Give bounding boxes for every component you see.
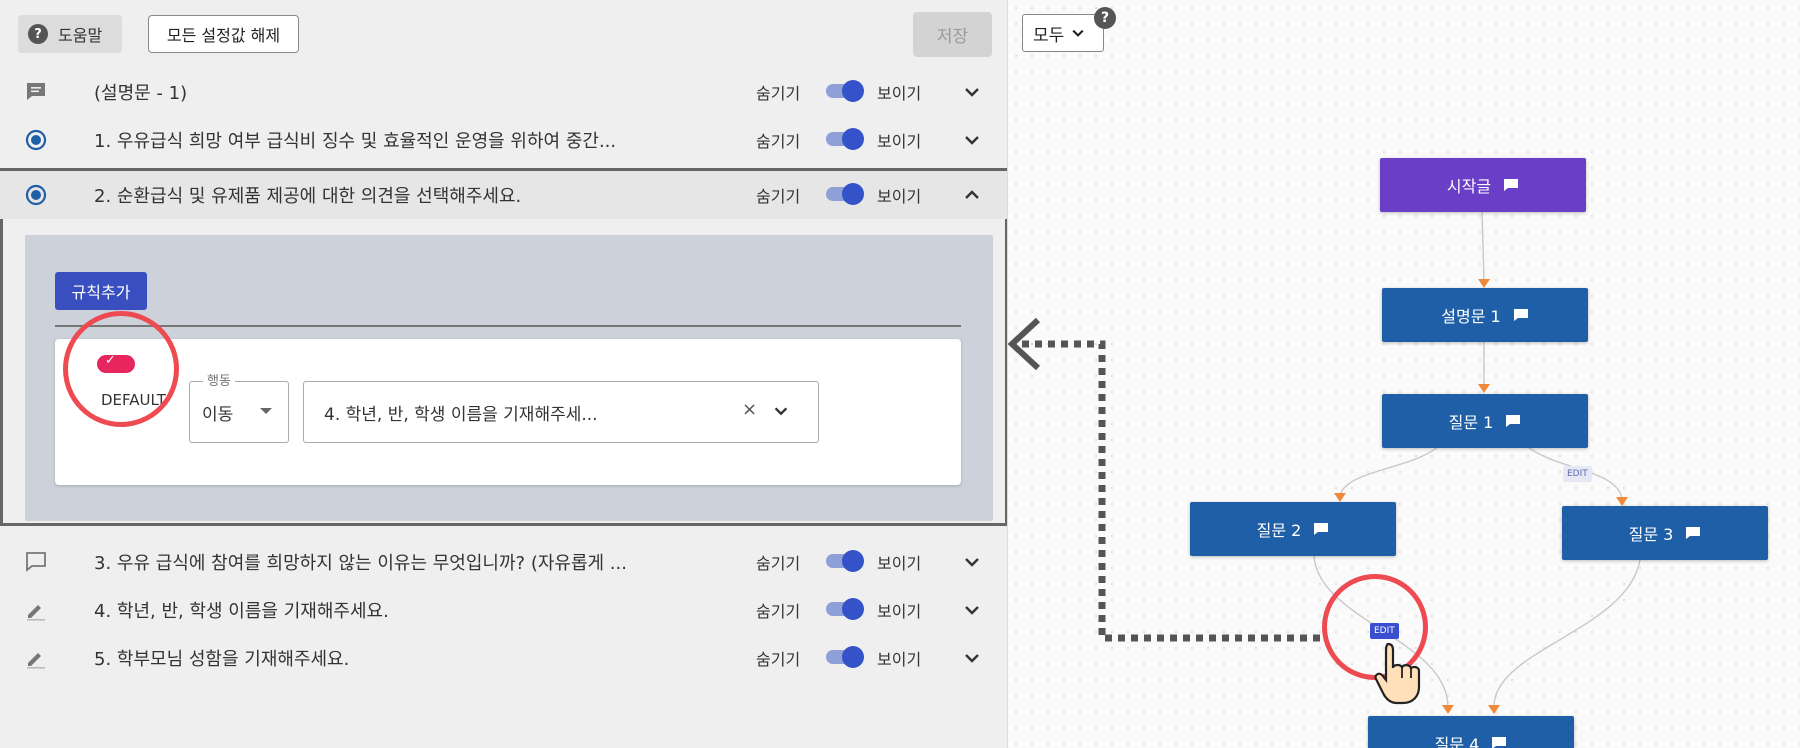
chevron-up-icon[interactable]: [962, 185, 982, 205]
question-text: 4. 학년, 반, 학생 이름을 기재해주세요.: [94, 601, 389, 622]
node-label: 질문 1: [1448, 413, 1494, 432]
question-row[interactable]: 3. 우유 급식에 참여를 희망하지 않는 이유는 무엇입니까? (자유롭게 .…: [0, 538, 1007, 586]
show-label: 보이기: [877, 132, 922, 151]
comment-icon: [1506, 415, 1521, 427]
pencil-icon: [24, 598, 48, 622]
hide-label: 숨기기: [756, 187, 801, 206]
show-label: 보이기: [877, 650, 922, 669]
help-icon: ?: [28, 24, 48, 44]
radio-icon: [24, 128, 48, 152]
chevron-down-icon[interactable]: [962, 82, 982, 102]
visibility-toggle[interactable]: [826, 598, 864, 620]
toolbar: ? 도움말 모든 설정값 해제 저장: [0, 0, 1007, 68]
edit-edge-button[interactable]: EDIT: [1563, 466, 1592, 482]
flow-canvas[interactable]: 모두 ? 시작글 설명문 1 질문 1 질문 2 질문 3 질문 4 EDIT …: [1008, 0, 1800, 748]
action-legend: 행동: [203, 370, 235, 389]
rule-card: ✓ DEFAULT 이동 행동 4. 학년, 반, 학생 이름을 기재해주세..…: [55, 311, 961, 485]
expanded-question: 2. 순환급식 및 유제품 제공에 대한 의견을 선택해주세요. 숨기기 보이기…: [0, 168, 1007, 526]
flow-node-q4[interactable]: 질문 4: [1368, 716, 1574, 748]
target-question-select[interactable]: 4. 학년, 반, 학생 이름을 기재해주세... ×: [303, 381, 819, 443]
flow-node-start[interactable]: 시작글: [1380, 158, 1586, 212]
question-text: 5. 학부모님 성함을 기재해주세요.: [94, 649, 350, 670]
visibility-toggle[interactable]: [826, 646, 864, 668]
question-text: 3. 우유 급식에 참여를 희망하지 않는 이유는 무엇입니까? (자유롭게 .…: [94, 553, 627, 574]
action-value: 이동: [202, 405, 234, 425]
reset-all-button[interactable]: 모든 설정값 해제: [148, 15, 299, 53]
comment-icon: [1314, 523, 1329, 535]
question-text: (설명문 - 1): [94, 83, 188, 104]
comment-outline-icon: [24, 550, 48, 574]
save-button[interactable]: 저장: [913, 12, 992, 57]
chevron-down-icon[interactable]: [962, 648, 982, 668]
node-label: 질문 2: [1256, 521, 1302, 540]
show-label: 보이기: [877, 84, 922, 103]
show-label: 보이기: [877, 602, 922, 621]
hide-label: 숨기기: [756, 602, 801, 621]
flow-node-q3[interactable]: 질문 3: [1562, 506, 1768, 560]
question-row[interactable]: 2. 순환급식 및 유제품 제공에 대한 의견을 선택해주세요. 숨기기 보이기: [0, 171, 1007, 219]
caret-down-icon: [260, 408, 272, 414]
visibility-toggle[interactable]: [826, 80, 864, 102]
comment-icon: [1686, 527, 1701, 539]
node-label: 질문 4: [1434, 735, 1480, 748]
flow-node-q1[interactable]: 질문 1: [1382, 394, 1588, 448]
show-label: 보이기: [877, 554, 922, 573]
hide-label: 숨기기: [756, 84, 801, 103]
question-row[interactable]: 4. 학년, 반, 학생 이름을 기재해주세요. 숨기기 보이기: [0, 586, 1007, 634]
target-value: 4. 학년, 반, 학생 이름을 기재해주세...: [324, 405, 598, 425]
help-button[interactable]: ? 도움말: [18, 15, 122, 53]
radio-icon: [24, 183, 48, 207]
show-label: 보이기: [877, 187, 922, 206]
rule-panel: 규칙추가 ✓ DEFAULT 이동 행동 4. 학년, 반, 학생 이름을 기재…: [25, 235, 993, 521]
hide-label: 숨기기: [756, 554, 801, 573]
divider: [55, 325, 961, 327]
question-row[interactable]: (설명문 - 1) 숨기기 보이기: [0, 68, 1007, 116]
node-label: 질문 3: [1628, 525, 1674, 544]
visibility-toggle[interactable]: [826, 128, 864, 150]
question-panel: ? 도움말 모든 설정값 해제 저장 (설명문 - 1) 숨기기 보이기 1. …: [0, 0, 1008, 748]
pencil-icon: [24, 646, 48, 670]
highlight-circle: [63, 311, 179, 427]
question-row[interactable]: 5. 학부모님 성함을 기재해주세요. 숨기기 보이기: [0, 634, 1007, 682]
hide-label: 숨기기: [756, 132, 801, 151]
visibility-toggle[interactable]: [826, 550, 864, 572]
comment-icon: [1504, 179, 1519, 191]
question-row[interactable]: 1. 우유급식 희망 여부 급식비 징수 및 효율적인 운영을 위하여 중간..…: [0, 116, 1007, 164]
question-text: 1. 우유급식 희망 여부 급식비 징수 및 효율적인 운영을 위하여 중간..…: [94, 131, 617, 152]
chevron-down-icon[interactable]: [962, 130, 982, 150]
question-text: 2. 순환급식 및 유제품 제공에 대한 의견을 선택해주세요.: [94, 186, 522, 207]
chevron-down-icon[interactable]: [962, 600, 982, 620]
comment-icon: [1513, 309, 1528, 321]
help-label: 도움말: [58, 26, 103, 45]
chevron-down-icon[interactable]: [962, 552, 982, 572]
flow-node-q2[interactable]: 질문 2: [1190, 502, 1396, 556]
hand-cursor-icon: [1374, 642, 1421, 705]
add-rule-button[interactable]: 규칙추가: [55, 272, 147, 310]
visibility-toggle[interactable]: [826, 183, 864, 205]
hide-label: 숨기기: [756, 650, 801, 669]
node-label: 시작글: [1446, 177, 1492, 196]
chevron-down-icon[interactable]: [772, 402, 790, 420]
action-select[interactable]: 이동: [189, 381, 289, 443]
comment-icon: [1492, 737, 1507, 748]
node-label: 설명문 1: [1441, 307, 1501, 326]
flow-node-desc1[interactable]: 설명문 1: [1382, 288, 1588, 342]
clear-icon[interactable]: ×: [742, 399, 757, 420]
comment-icon: [24, 80, 48, 104]
